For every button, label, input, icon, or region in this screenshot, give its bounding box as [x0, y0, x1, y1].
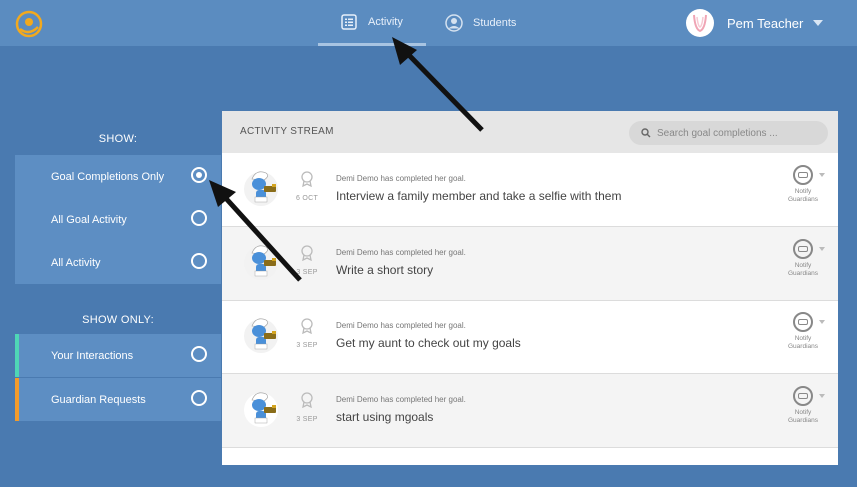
notify-guardians-button[interactable]: Notify Guardians [779, 386, 827, 425]
trophy-icon [300, 318, 314, 335]
notify-label-line: Notify [794, 335, 812, 342]
search-box[interactable] [629, 121, 828, 145]
search-icon [641, 128, 651, 138]
completion-date: 6 OCT [295, 195, 319, 202]
student-avatar [242, 241, 280, 281]
notify-label: Notify Guardians [779, 409, 827, 425]
top-bar: Activity Students Pem Teacher [0, 0, 857, 46]
accent-bar [15, 334, 19, 377]
filter-label: All Goal Activity [51, 213, 127, 226]
accent-bar [15, 378, 19, 421]
radio-icon[interactable] [191, 346, 207, 362]
panel-header: ACTIVITY STREAM [222, 111, 838, 153]
activity-row[interactable]: 6 OCT Demi Demo has completed her goal. … [222, 153, 838, 227]
radio-selected-icon[interactable] [191, 167, 207, 183]
filter-label: Goal Completions Only [51, 170, 165, 183]
show-only-heading: SHOW ONLY: [82, 314, 154, 326]
goal-title: Get my aunt to check out my goals [336, 336, 521, 350]
filter-label: Guardian Requests [51, 393, 146, 406]
notify-label: Notify Guardians [779, 262, 827, 278]
chevron-down-icon[interactable] [819, 394, 825, 398]
notify-guardians-button[interactable]: Notify Guardians [779, 239, 827, 278]
tab-activity-label: Activity [368, 15, 403, 28]
completion-date: 3 SEP [296, 269, 318, 276]
user-menu[interactable]: Pem Teacher [686, 9, 824, 37]
radio-icon[interactable] [191, 253, 207, 269]
filter-all-activity[interactable]: All Activity [15, 241, 221, 284]
trophy-icon [300, 171, 314, 188]
search-input[interactable] [657, 127, 817, 139]
list-icon [340, 13, 358, 31]
activity-summary: Demi Demo has completed her goal. [336, 321, 466, 330]
avatar [686, 9, 714, 37]
notify-guardians-button[interactable]: Notify Guardians [779, 165, 827, 204]
notify-label-line: Guardians [788, 270, 818, 277]
chevron-down-icon[interactable] [813, 20, 824, 26]
completion-date: 3 SEP [296, 342, 318, 349]
tab-activity[interactable]: Activity [318, 0, 426, 46]
activity-row[interactable]: 3 SEP Demi Demo has completed her goal. … [222, 374, 838, 448]
chat-icon [793, 386, 813, 406]
chevron-down-icon[interactable] [819, 247, 825, 251]
filter-guardian-requests[interactable]: Guardian Requests [15, 378, 221, 421]
activity-summary: Demi Demo has completed her goal. [336, 248, 466, 257]
student-avatar [242, 314, 280, 354]
notify-label: Notify Guardians [779, 335, 827, 351]
chat-icon [793, 239, 813, 259]
filter-goal-completions-only[interactable]: Goal Completions Only [15, 155, 221, 198]
notify-label-line: Notify [794, 409, 812, 416]
app-logo-icon[interactable] [15, 10, 43, 38]
tab-students-label: Students [473, 17, 517, 29]
tab-students[interactable]: Students [445, 0, 516, 46]
trophy-icon [300, 245, 314, 262]
user-name: Pem Teacher [727, 15, 804, 31]
notify-label-line: Guardians [788, 417, 818, 424]
goal-title: Write a short story [336, 263, 434, 277]
panel-title: ACTIVITY STREAM [240, 126, 334, 137]
filter-your-interactions[interactable]: Your Interactions [15, 334, 221, 377]
trophy-icon [300, 392, 314, 409]
filter-label: Your Interactions [51, 349, 134, 362]
notify-guardians-button[interactable]: Notify Guardians [779, 312, 827, 351]
activity-row[interactable]: 3 SEP Demi Demo has completed her goal. … [222, 227, 838, 301]
activity-stream-panel: ACTIVITY STREAM Search goal completions … [222, 111, 838, 465]
chat-icon [793, 312, 813, 332]
goal-title: start using mgoals [336, 410, 434, 424]
activity-summary: Demi Demo has completed her goal. [336, 174, 466, 183]
activity-summary: Demi Demo has completed her goal. [336, 395, 466, 404]
notify-label-line: Notify [794, 262, 812, 269]
chat-icon [793, 165, 813, 185]
user-icon [445, 14, 463, 32]
completion-date: 3 SEP [296, 416, 318, 423]
filter-label: All Activity [51, 256, 101, 269]
notify-label: Notify Guardians [779, 188, 827, 204]
notify-label-line: Notify [794, 188, 812, 195]
chevron-down-icon[interactable] [819, 173, 825, 177]
show-heading: SHOW: [98, 133, 138, 145]
student-avatar [242, 388, 280, 428]
goal-title: Interview a family member and take a sel… [336, 189, 622, 203]
notify-label-line: Guardians [788, 343, 818, 350]
chevron-down-icon[interactable] [819, 320, 825, 324]
student-avatar [242, 167, 280, 207]
activity-row[interactable]: 3 SEP Demi Demo has completed her goal. … [222, 300, 838, 374]
radio-icon[interactable] [191, 210, 207, 226]
filter-all-goal-activity[interactable]: All Goal Activity [15, 198, 221, 241]
notify-label-line: Guardians [788, 196, 818, 203]
radio-icon[interactable] [191, 390, 207, 406]
